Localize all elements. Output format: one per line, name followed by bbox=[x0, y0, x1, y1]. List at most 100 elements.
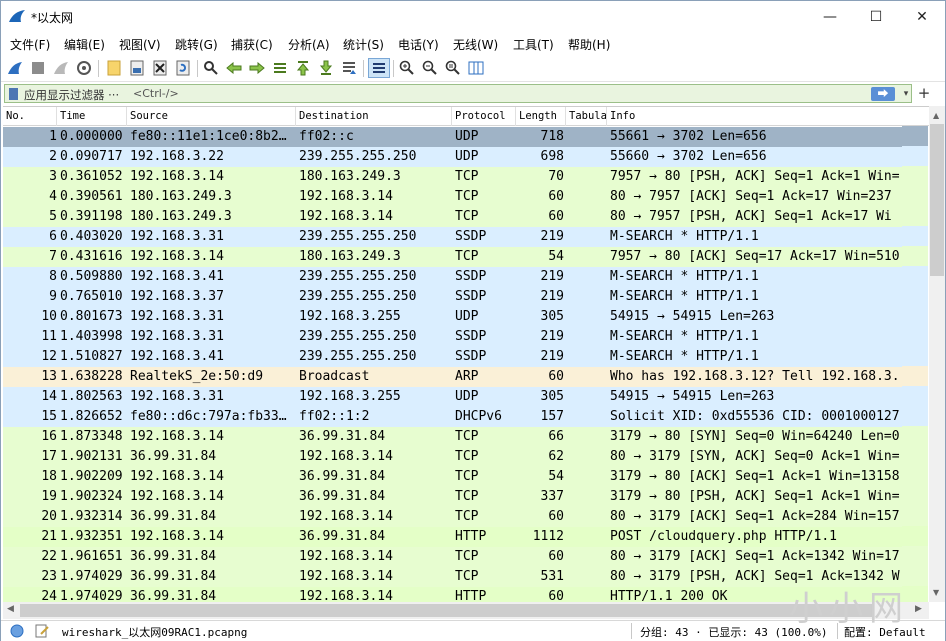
packet-info: Who has 192.168.3.12? Tell 192.168.3. bbox=[610, 369, 900, 384]
go-first-packet-icon[interactable] bbox=[294, 59, 312, 77]
packet-row[interactable]: 24 1.974029 36.99.31.84 192.168.3.14 HTTP 60 H… bbox=[3, 587, 903, 602]
packet-row[interactable]: 13 1.638228 RealtekS_2e:50:d9 Broadcast ARP 6… bbox=[3, 367, 903, 387]
packet-time: 1.902209 bbox=[60, 469, 123, 484]
packet-length: 60 bbox=[548, 189, 564, 204]
column-header-destination[interactable]: Destination bbox=[296, 107, 452, 126]
vertical-scrollbar[interactable]: ▲ ▼ bbox=[929, 106, 945, 602]
menu-file[interactable]: 文件(F) bbox=[10, 36, 50, 53]
packet-time: 0.090717 bbox=[60, 149, 123, 164]
packet-row[interactable]: 22 1.961651 36.99.31.84 192.168.3.14 TCP 60 80… bbox=[3, 547, 903, 567]
zoom-in-icon[interactable] bbox=[398, 59, 416, 77]
go-forward-icon[interactable] bbox=[248, 59, 266, 77]
minimap-mark bbox=[902, 246, 928, 266]
go-last-packet-icon[interactable] bbox=[317, 59, 335, 77]
menu-analyze[interactable]: 分析(A) bbox=[288, 36, 330, 53]
menu-help[interactable]: 帮助(H) bbox=[568, 36, 610, 53]
filter-dropdown-icon[interactable]: ▾ bbox=[900, 86, 912, 102]
packet-time: 0.000000 bbox=[60, 129, 123, 144]
menu-wireless[interactable]: 无线(W) bbox=[453, 36, 498, 53]
restart-capture-icon[interactable] bbox=[52, 59, 70, 77]
scroll-down-icon[interactable]: ▼ bbox=[933, 588, 939, 597]
menu-tools[interactable]: 工具(T) bbox=[513, 36, 554, 53]
menu-telephony[interactable]: 电话(Y) bbox=[398, 36, 439, 53]
packet-row[interactable]: 5 0.391198 180.163.249.3 192.168.3.14 TCP 60 8… bbox=[3, 207, 903, 227]
comment-edit-icon[interactable] bbox=[35, 624, 49, 638]
packet-row[interactable]: 12 1.510827 192.168.3.41 239.255.255.250 SSD… bbox=[3, 347, 903, 367]
packet-source: 192.168.3.41 bbox=[130, 349, 224, 364]
scroll-right-icon[interactable]: ▶ bbox=[915, 604, 922, 614]
close-file-icon[interactable] bbox=[151, 59, 169, 77]
minimap-mark bbox=[902, 386, 928, 406]
start-capture-icon[interactable] bbox=[6, 59, 24, 77]
add-filter-button[interactable]: + bbox=[917, 84, 931, 103]
go-back-icon[interactable] bbox=[225, 59, 243, 77]
apply-filter-button[interactable]: ⮕ bbox=[871, 87, 895, 101]
minimap-mark bbox=[902, 426, 928, 446]
maximize-button[interactable]: ☐ bbox=[853, 1, 899, 32]
menu-statistics[interactable]: 统计(S) bbox=[343, 36, 384, 53]
menu-view[interactable]: 视图(V) bbox=[119, 36, 161, 53]
packet-row[interactable]: 14 1.802563 192.168.3.31 192.168.3.255 UDP 30… bbox=[3, 387, 903, 407]
resize-columns-icon[interactable] bbox=[467, 59, 485, 77]
packet-length: 66 bbox=[548, 429, 564, 444]
packet-row[interactable]: 19 1.902324 192.168.3.14 36.99.31.84 TCP 337 3… bbox=[3, 487, 903, 507]
go-to-packet-icon[interactable] bbox=[271, 59, 289, 77]
packet-no: 6 bbox=[49, 229, 57, 244]
capture-status-icon[interactable] bbox=[10, 624, 24, 638]
scroll-left-icon[interactable]: ◀ bbox=[7, 604, 14, 614]
column-header-tabular[interactable]: Tabula bbox=[566, 107, 607, 126]
packet-row[interactable]: 9 0.765010 192.168.3.37 239.255.255.250 SSDP… bbox=[3, 287, 903, 307]
packet-time: 1.826652 bbox=[60, 409, 123, 424]
bookmark-icon[interactable] bbox=[9, 88, 18, 100]
reload-file-icon[interactable] bbox=[174, 59, 192, 77]
find-packet-icon[interactable] bbox=[202, 59, 220, 77]
scroll-up-icon[interactable]: ▲ bbox=[933, 111, 939, 120]
packet-row[interactable]: 23 1.974029 36.99.31.84 192.168.3.14 TCP 531 8… bbox=[3, 567, 903, 587]
colorize-icon[interactable] bbox=[368, 58, 390, 78]
menu-edit[interactable]: 编辑(E) bbox=[64, 36, 105, 53]
packet-row[interactable]: 8 0.509880 192.168.3.41 239.255.255.250 SSDP… bbox=[3, 267, 903, 287]
column-header-length[interactable]: Length bbox=[516, 107, 566, 126]
packet-row[interactable]: 11 1.403998 192.168.3.31 239.255.255.250 SSD… bbox=[3, 327, 903, 347]
capture-options-icon[interactable] bbox=[75, 59, 93, 77]
packet-row[interactable]: 4 0.390561 180.163.249.3 192.168.3.14 TCP 60 8… bbox=[3, 187, 903, 207]
packet-row[interactable]: 20 1.932314 36.99.31.84 192.168.3.14 TCP 60 80… bbox=[3, 507, 903, 527]
status-filename: wireshark_以太网09RAC1.pcapng bbox=[62, 626, 248, 639]
packet-row[interactable]: 15 1.826652 fe80::d6c:797a:fb33… ff02::1:2 D… bbox=[3, 407, 903, 427]
horizontal-scroll-thumb[interactable] bbox=[20, 604, 873, 617]
packet-destination: 239.255.255.250 bbox=[299, 349, 417, 364]
menu-capture[interactable]: 捕获(C) bbox=[231, 36, 273, 53]
vertical-scroll-thumb[interactable] bbox=[930, 124, 944, 276]
packet-row[interactable]: 21 1.932351 192.168.3.14 36.99.31.84 HTTP 111… bbox=[3, 527, 903, 547]
minimize-button[interactable]: — bbox=[807, 1, 853, 32]
packet-minimap[interactable] bbox=[902, 126, 928, 602]
display-filter-input[interactable]: 应用显示过滤器 ··· <Ctrl-/> ⮕ ▾ bbox=[4, 84, 912, 103]
packet-row[interactable]: 6 0.403020 192.168.3.31 239.255.255.250 SSDP… bbox=[3, 227, 903, 247]
auto-scroll-icon[interactable] bbox=[340, 59, 358, 77]
packet-row[interactable]: 2 0.090717 192.168.3.22 239.255.255.250 UDP 6… bbox=[3, 147, 903, 167]
packet-row[interactable]: 16 1.873348 192.168.3.14 36.99.31.84 TCP 66 31… bbox=[3, 427, 903, 447]
open-file-icon[interactable] bbox=[105, 59, 123, 77]
stop-capture-icon[interactable] bbox=[29, 59, 47, 77]
packet-row[interactable]: 18 1.902209 192.168.3.14 36.99.31.84 TCP 54 31… bbox=[3, 467, 903, 487]
packet-time: 1.902131 bbox=[60, 449, 123, 464]
packet-row[interactable]: 3 0.361052 192.168.3.14 180.163.249.3 TCP 70 7… bbox=[3, 167, 903, 187]
column-header-protocol[interactable]: Protocol bbox=[452, 107, 516, 126]
column-header-info[interactable]: Info bbox=[607, 107, 929, 126]
column-header-no[interactable]: No. bbox=[3, 107, 57, 126]
packet-row[interactable]: 1 0.000000 fe80::11e1:1ce0:8b2… ff02::c UDP 7… bbox=[3, 127, 903, 147]
packet-info: 80 → 3179 [ACK] Seq=1 Ack=284 Win=157 bbox=[610, 509, 900, 524]
close-button[interactable]: ✕ bbox=[899, 1, 945, 32]
column-header-time[interactable]: Time bbox=[57, 107, 127, 126]
column-header-source[interactable]: Source bbox=[127, 107, 296, 126]
menu-go[interactable]: 跳转(G) bbox=[175, 36, 218, 53]
zoom-out-icon[interactable] bbox=[421, 59, 439, 77]
normal-size-icon[interactable] bbox=[444, 59, 462, 77]
save-file-icon[interactable] bbox=[128, 59, 146, 77]
packet-info: POST /cloudquery.php HTTP/1.1 bbox=[610, 529, 837, 544]
packet-info: 80 → 3179 [SYN, ACK] Seq=0 Ack=1 Win= bbox=[610, 449, 900, 464]
packet-row[interactable]: 17 1.902131 36.99.31.84 192.168.3.14 TCP 62 80… bbox=[3, 447, 903, 467]
packet-row[interactable]: 10 0.801673 192.168.3.31 192.168.3.255 UDP 30… bbox=[3, 307, 903, 327]
packet-row[interactable]: 7 0.431616 192.168.3.14 180.163.249.3 TCP 54 7… bbox=[3, 247, 903, 267]
packet-source: 192.168.3.14 bbox=[130, 169, 224, 184]
